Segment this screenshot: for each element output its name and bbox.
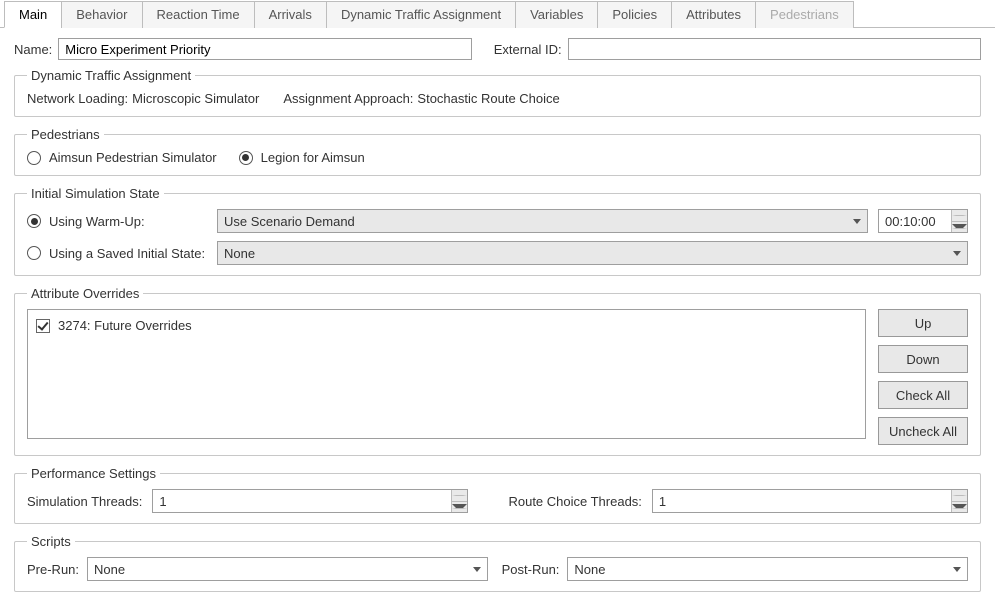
sim-threads-label: Simulation Threads: xyxy=(27,494,142,509)
radio-using-saved-state[interactable] xyxy=(27,246,41,260)
scripts-group: Scripts Pre-Run: None Post-Run: None xyxy=(14,534,981,592)
dta-group: Dynamic Traffic Assignment Network Loadi… xyxy=(14,68,981,117)
radio-legion-aimsun-label: Legion for Aimsun xyxy=(261,150,365,165)
radio-using-warmup[interactable] xyxy=(27,214,41,228)
check-all-button[interactable]: Check All xyxy=(878,381,968,409)
name-label: Name: xyxy=(14,42,52,57)
initial-state-legend: Initial Simulation State xyxy=(27,186,164,201)
radio-aimsun-pedestrian-label: Aimsun Pedestrian Simulator xyxy=(49,150,217,165)
spinner-up-icon[interactable] xyxy=(952,490,967,502)
spinner-down-icon[interactable] xyxy=(952,502,967,513)
tab-arrivals[interactable]: Arrivals xyxy=(254,1,327,28)
external-id-input[interactable] xyxy=(568,38,981,60)
tab-main[interactable]: Main xyxy=(4,1,62,28)
warmup-time-spinner[interactable]: 00:10:00 xyxy=(878,209,968,233)
chevron-down-icon xyxy=(473,567,481,572)
main-content: Name: External ID: Dynamic Traffic Assig… xyxy=(0,28,995,598)
sim-threads-value: 1 xyxy=(153,490,451,512)
assignment-approach-value: Stochastic Route Choice xyxy=(417,91,559,106)
route-threads-value: 1 xyxy=(653,490,951,512)
warmup-time-value: 00:10:00 xyxy=(879,210,951,232)
attribute-overrides-group: Attribute Overrides 3274: Future Overrid… xyxy=(14,286,981,456)
chevron-down-icon xyxy=(953,251,961,256)
radio-using-saved-state-label: Using a Saved Initial State: xyxy=(49,246,205,261)
pre-run-value: None xyxy=(94,562,467,577)
radio-legion-aimsun[interactable] xyxy=(239,151,253,165)
route-threads-label: Route Choice Threads: xyxy=(508,494,641,509)
assignment-approach-label: Assignment Approach: xyxy=(283,91,413,106)
external-id-label: External ID: xyxy=(494,42,562,57)
scripts-legend: Scripts xyxy=(27,534,75,549)
pedestrians-legend: Pedestrians xyxy=(27,127,104,142)
tab-dynamic-traffic-assignment[interactable]: Dynamic Traffic Assignment xyxy=(326,1,516,28)
dta-legend: Dynamic Traffic Assignment xyxy=(27,68,195,83)
spinner-up-icon[interactable] xyxy=(952,210,967,222)
saved-state-combo[interactable]: None xyxy=(217,241,968,265)
pre-run-label: Pre-Run: xyxy=(27,562,79,577)
tab-behavior[interactable]: Behavior xyxy=(61,1,142,28)
override-checkbox[interactable] xyxy=(36,319,50,333)
initial-state-group: Initial Simulation State Using Warm-Up: … xyxy=(14,186,981,276)
saved-state-value: None xyxy=(224,246,947,261)
performance-group: Performance Settings Simulation Threads:… xyxy=(14,466,981,524)
post-run-value: None xyxy=(574,562,947,577)
pedestrians-group: Pedestrians Aimsun Pedestrian Simulator … xyxy=(14,127,981,176)
spinner-down-icon[interactable] xyxy=(452,502,467,513)
radio-using-warmup-label: Using Warm-Up: xyxy=(49,214,145,229)
pre-run-combo[interactable]: None xyxy=(87,557,488,581)
performance-legend: Performance Settings xyxy=(27,466,160,481)
chevron-down-icon xyxy=(853,219,861,224)
override-label: 3274: Future Overrides xyxy=(58,318,192,333)
tab-pedestrians: Pedestrians xyxy=(755,1,854,28)
post-run-combo[interactable]: None xyxy=(567,557,968,581)
network-loading-label: Network Loading: xyxy=(27,91,128,106)
tab-reaction-time[interactable]: Reaction Time xyxy=(142,1,255,28)
tab-attributes[interactable]: Attributes xyxy=(671,1,756,28)
tab-variables[interactable]: Variables xyxy=(515,1,598,28)
uncheck-all-button[interactable]: Uncheck All xyxy=(878,417,968,445)
route-threads-spinner[interactable]: 1 xyxy=(652,489,968,513)
attribute-overrides-legend: Attribute Overrides xyxy=(27,286,143,301)
network-loading-value: Microscopic Simulator xyxy=(132,91,259,106)
overrides-list[interactable]: 3274: Future Overrides xyxy=(27,309,866,439)
tab-policies[interactable]: Policies xyxy=(597,1,672,28)
post-run-label: Post-Run: xyxy=(502,562,560,577)
down-button[interactable]: Down xyxy=(878,345,968,373)
up-button[interactable]: Up xyxy=(878,309,968,337)
tab-bar: MainBehaviorReaction TimeArrivalsDynamic… xyxy=(0,0,995,28)
warmup-demand-value: Use Scenario Demand xyxy=(224,214,847,229)
warmup-demand-combo[interactable]: Use Scenario Demand xyxy=(217,209,868,233)
sim-threads-spinner[interactable]: 1 xyxy=(152,489,468,513)
radio-aimsun-pedestrian[interactable] xyxy=(27,151,41,165)
spinner-up-icon[interactable] xyxy=(452,490,467,502)
name-row: Name: External ID: xyxy=(14,38,981,60)
name-input[interactable] xyxy=(58,38,471,60)
chevron-down-icon xyxy=(953,567,961,572)
list-item[interactable]: 3274: Future Overrides xyxy=(36,316,857,335)
spinner-down-icon[interactable] xyxy=(952,222,967,233)
